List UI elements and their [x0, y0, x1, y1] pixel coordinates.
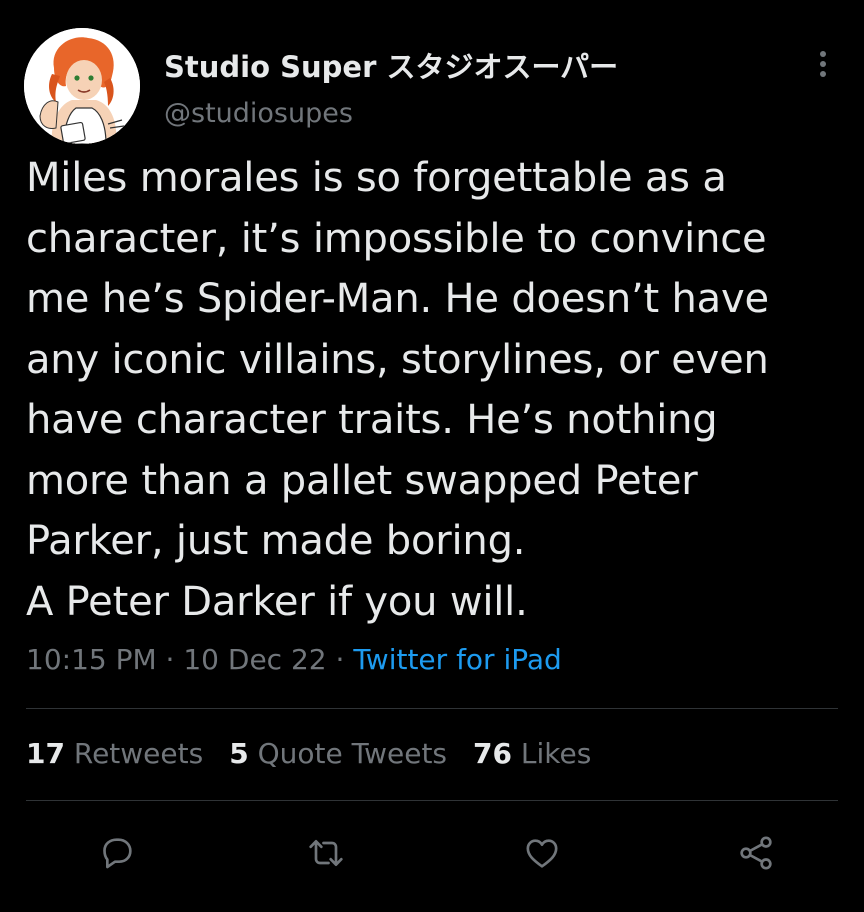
likes-count: 76 — [473, 737, 512, 770]
like-icon — [526, 839, 558, 868]
retweets-stat[interactable]: 17 Retweets — [26, 737, 203, 770]
likes-stat[interactable]: 76 Likes — [473, 737, 591, 770]
reply-icon — [103, 838, 132, 869]
author-display-name[interactable]: Studio Super スタジオスーパー — [164, 44, 618, 86]
tweet-source-link[interactable]: Twitter for iPad — [353, 643, 561, 676]
reply-button[interactable] — [92, 828, 142, 878]
more-options-button[interactable] — [808, 44, 838, 84]
tweet-metadata: 10:15 PM · 10 Dec 22 · Twitter for iPad — [26, 643, 562, 676]
share-icon — [740, 836, 772, 870]
profile-avatar[interactable] — [24, 28, 140, 144]
meta-separator: · — [165, 643, 175, 676]
retweet-button[interactable] — [301, 828, 351, 878]
divider — [26, 800, 838, 801]
quote-tweets-count: 5 — [229, 737, 249, 770]
like-button[interactable] — [517, 828, 567, 878]
retweets-count: 17 — [26, 737, 65, 770]
tweet-time[interactable]: 10:15 PM — [26, 643, 157, 676]
tweet-stats: 17 Retweets 5 Quote Tweets 76 Likes — [26, 737, 617, 770]
more-vertical-icon — [820, 51, 826, 77]
share-button[interactable] — [731, 828, 781, 878]
meta-separator: · — [335, 643, 345, 676]
tweet-actions-bar — [0, 828, 864, 878]
likes-label: Likes — [520, 737, 592, 770]
tweet-detail: Studio Super スタジオスーパー @studiosupes Miles… — [0, 0, 864, 912]
retweet-icon — [309, 840, 343, 866]
tweet-text: Miles morales is so forgettable as a cha… — [26, 155, 769, 625]
divider — [26, 708, 838, 709]
avatar-illustration — [24, 28, 140, 144]
author-handle[interactable]: @studiosupes — [164, 98, 353, 129]
quote-tweets-label: Quote Tweets — [257, 737, 448, 770]
tweet-date[interactable]: 10 Dec 22 — [183, 643, 326, 676]
retweets-label: Retweets — [73, 737, 204, 770]
quote-tweets-stat[interactable]: 5 Quote Tweets — [229, 737, 447, 770]
